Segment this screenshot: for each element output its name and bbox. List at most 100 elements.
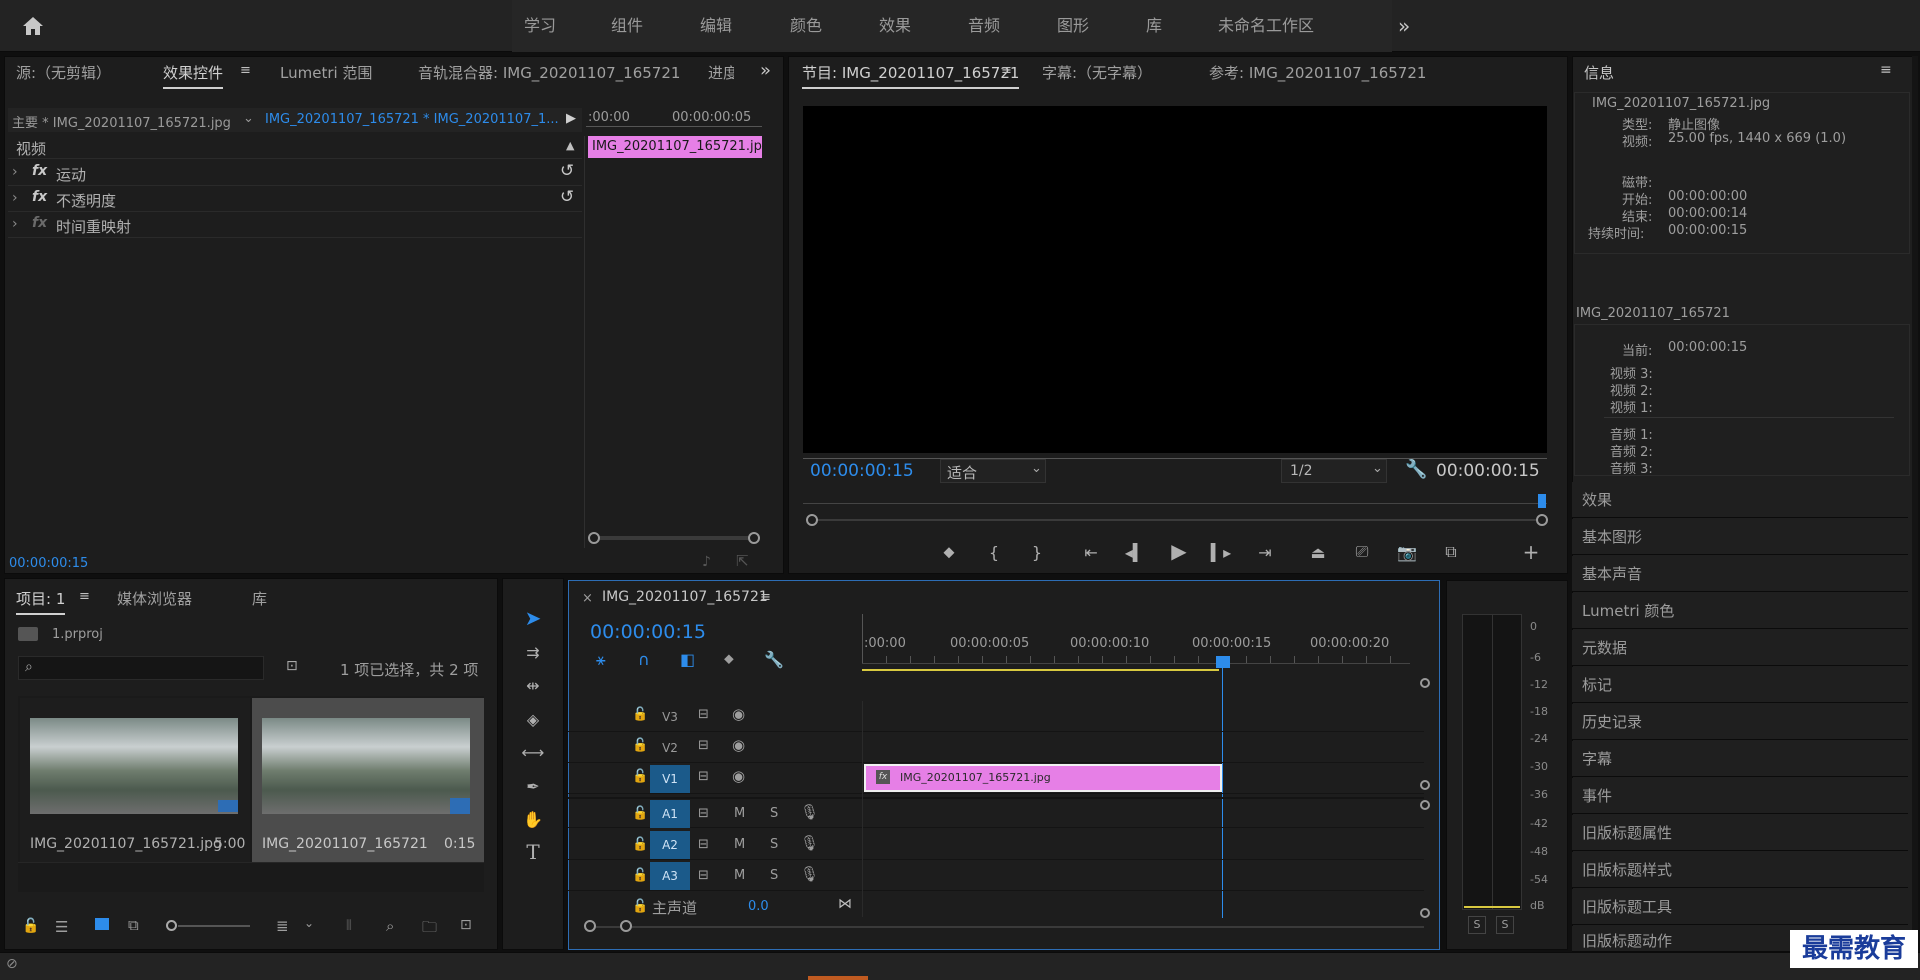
fx-badge-icon[interactable]: fx [32, 215, 47, 231]
type-tool-icon[interactable]: T [518, 838, 548, 866]
track-name-a2[interactable]: A2 [650, 831, 690, 859]
solo-left-button[interactable]: S [1468, 916, 1486, 934]
mini-clip[interactable]: IMG_20201107_165721.jp [588, 136, 762, 158]
collapse-up-icon[interactable]: ▲ [566, 139, 574, 152]
zoom-slider-handle[interactable] [166, 920, 177, 931]
mark-in-icon[interactable]: { [983, 540, 1005, 564]
monitor-zoom-scrollbar[interactable] [814, 519, 1540, 521]
tab-media-browser[interactable]: 媒体浏览器 [117, 588, 192, 609]
new-item-icon[interactable]: ⊡ [460, 917, 472, 933]
new-bin-icon[interactable]: 🗀 [422, 917, 437, 942]
side-item-captions[interactable]: 字幕 [1572, 741, 1908, 777]
side-item-metadata[interactable]: 元数据 [1572, 630, 1908, 666]
step-forward-icon[interactable]: ▍▸ [1210, 540, 1232, 564]
panel-menu-icon[interactable]: ≡ [79, 589, 90, 604]
track-select-tool-icon[interactable]: ⇉ [518, 638, 548, 666]
snap-magnet-icon[interactable]: ∩ [638, 650, 650, 669]
panel-menu-icon[interactable]: ≡ [1001, 63, 1012, 78]
side-item-events[interactable]: 事件 [1572, 778, 1908, 814]
workspace-effects[interactable]: 效果 [879, 0, 911, 52]
tab-reference[interactable]: 参考: IMG_20201107_165721 [1209, 62, 1426, 83]
panel-menu-icon[interactable]: ≡ [760, 590, 771, 605]
monitor-playhead[interactable] [1538, 494, 1546, 508]
play-icon[interactable]: ▶ [1166, 538, 1192, 564]
new-search-bin-icon[interactable]: ⊡ [286, 658, 298, 674]
track-name-a1[interactable]: A1 [650, 800, 690, 828]
project-search-input[interactable]: ⌕ [18, 656, 264, 680]
sync-lock-icon[interactable]: ⊟ [698, 738, 709, 753]
effect-row-opacity[interactable]: › fx 不透明度 ↺ [8, 186, 582, 212]
mute-button[interactable]: M [734, 868, 745, 883]
effect-row-motion[interactable]: › fx 运动 ↺ [8, 160, 582, 186]
mini-zoom-scrollbar[interactable] [596, 536, 754, 540]
ripple-edit-tool-icon[interactable]: ⇹ [518, 671, 548, 699]
track-name-v1[interactable]: V1 [650, 765, 690, 793]
lock-icon[interactable]: 🔓 [632, 806, 648, 821]
timeline-ruler-ticks[interactable] [862, 656, 1410, 664]
tab-effect-controls[interactable]: 效果控件 [163, 62, 224, 89]
info-scrollbar[interactable] [1912, 56, 1918, 972]
eye-icon[interactable]: ◉ [732, 767, 745, 785]
timeline-playhead-handle[interactable] [1216, 656, 1230, 668]
side-item-history[interactable]: 历史记录 [1572, 704, 1908, 740]
timeline-tab[interactable]: IMG_20201107_165721 [602, 589, 768, 605]
reset-icon[interactable]: ↺ [560, 187, 574, 207]
side-item-essential-graphics[interactable]: 基本图形 [1572, 519, 1908, 555]
tab-progress[interactable]: 进度 [708, 62, 734, 83]
solo-right-button[interactable]: S [1496, 916, 1514, 934]
more-workspaces-icon[interactable]: » [1398, 0, 1410, 52]
zoom-handle-right[interactable] [748, 532, 760, 544]
play-triangle-icon[interactable]: ▶ [566, 111, 576, 126]
panel-menu-icon[interactable]: ≡ [240, 63, 251, 78]
monitor-ruler[interactable] [803, 494, 1547, 504]
tab-lumetri-scopes[interactable]: Lumetri 范围 [280, 62, 372, 83]
track-name-a3[interactable]: A3 [650, 862, 690, 890]
audio-scroll-handle-top[interactable] [1420, 800, 1430, 810]
lock-icon[interactable]: 🔓 [632, 899, 648, 914]
project-item[interactable]: IMG_20201107_165721.jpg 5:00 [20, 698, 250, 862]
lock-icon[interactable]: 🔓 [632, 769, 648, 784]
chevron-down-icon[interactable]: ⌄ [304, 916, 314, 930]
effect-timecode[interactable]: 00:00:00:15 [9, 556, 88, 571]
fit-dropdown[interactable]: 适合 ⌄ [940, 459, 1046, 483]
nest-icon[interactable]: ⚹ [596, 650, 606, 670]
workspace-audio[interactable]: 音频 [968, 0, 1000, 52]
razor-tool-icon[interactable]: ◈ [518, 705, 548, 733]
lock-icon[interactable]: 🔓 [632, 738, 648, 753]
workspace-untitled[interactable]: 未命名工作区 [1218, 0, 1314, 52]
track-name-v2[interactable]: V2 [650, 734, 690, 762]
mic-icon[interactable]: 🎙 [800, 865, 819, 883]
mic-icon[interactable]: 🎙 [800, 834, 819, 852]
list-view-icon[interactable]: ☰ [55, 918, 68, 936]
sequence-clip-label[interactable]: IMG_20201107_165721 * IMG_20201107_1... [265, 112, 559, 127]
side-item-legacy-title-properties[interactable]: 旧版标题属性 [1572, 815, 1908, 851]
linked-selection-icon[interactable]: ◧ [680, 650, 695, 669]
workspace-editing[interactable]: 编辑 [700, 0, 732, 52]
effect-row-time-remap[interactable]: › fx 时间重映射 [8, 212, 582, 238]
reset-icon[interactable]: ↺ [560, 161, 574, 181]
work-area-bar[interactable] [862, 669, 1219, 671]
export-icon[interactable]: ⇱ [736, 552, 749, 570]
find-icon[interactable]: ⌕ [386, 917, 394, 935]
sync-lock-icon[interactable]: ⊟ [698, 769, 709, 784]
project-item-selected[interactable]: IMG_20201107_165721 0:15 [252, 698, 484, 862]
timeline-clip[interactable]: fx IMG_20201107_165721.jpg [864, 764, 1222, 792]
mute-button[interactable]: M [734, 806, 745, 821]
tab-project[interactable]: 项目: 1 [16, 588, 66, 615]
expand-arrow-icon[interactable]: › [12, 164, 18, 180]
timeline-scroll-handle-left[interactable] [584, 920, 596, 932]
mic-icon[interactable]: 🎙 [800, 803, 819, 821]
track-name-v3[interactable]: V3 [650, 703, 690, 731]
lock-icon[interactable]: 🔓 [632, 707, 648, 722]
audio-scroll-handle-bottom[interactable] [1420, 908, 1430, 918]
go-to-in-icon[interactable]: ⇤ [1078, 540, 1104, 564]
workspace-assembly[interactable]: 组件 [611, 0, 643, 52]
wrench-icon[interactable]: 🔧 [1405, 459, 1427, 480]
side-item-lumetri-color[interactable]: Lumetri 颜色 [1572, 593, 1908, 629]
monitor-zoom-handle-right[interactable] [1536, 514, 1548, 526]
timeline-h-scrollbar[interactable] [590, 926, 1424, 928]
timeline-scroll-handle-right[interactable] [620, 920, 632, 932]
lock-icon[interactable]: 🔓 [632, 837, 648, 852]
fx-badge-icon[interactable]: fx [32, 189, 47, 205]
workspace-learn[interactable]: 学习 [524, 0, 556, 52]
